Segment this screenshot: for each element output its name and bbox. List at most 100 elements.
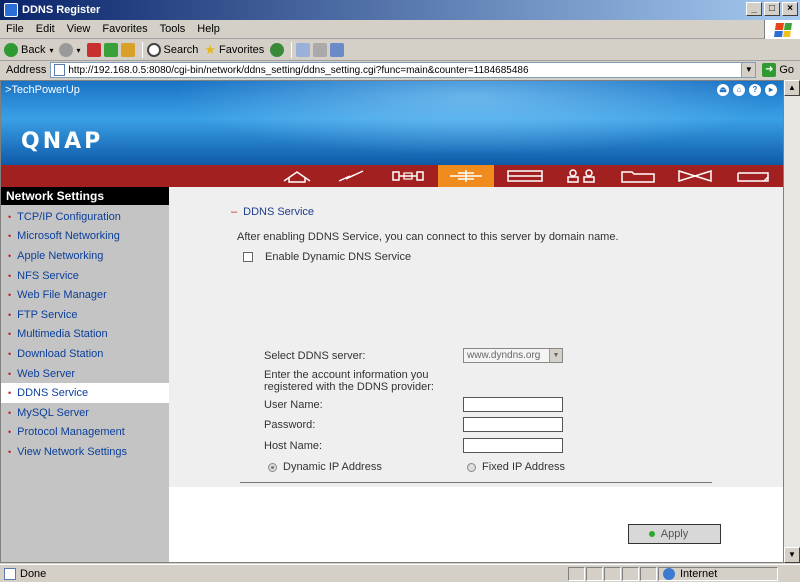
- search-button[interactable]: Search: [146, 43, 198, 57]
- chevron-down-icon: ▼: [549, 349, 562, 362]
- ie-app-icon: [4, 3, 18, 17]
- main-content: – DDNS Service After enabling DDNS Servic…: [169, 187, 783, 562]
- hostname-label: Host Name:: [264, 440, 323, 452]
- username-field[interactable]: [463, 397, 563, 412]
- menu-tools[interactable]: Tools: [160, 23, 186, 35]
- account-info-line1: Enter the account information you: [264, 369, 429, 381]
- history-icon[interactable]: [270, 43, 285, 57]
- hostname-field[interactable]: [463, 438, 563, 453]
- address-dropdown-icon[interactable]: ▼: [741, 63, 756, 77]
- home-icon[interactable]: ⌂: [733, 84, 745, 96]
- qnap-header: >TechPowerUp QNAP ⏏ ⌂ ? ▸: [1, 81, 783, 165]
- sidebar-item-web-server[interactable]: • Web Server: [1, 364, 169, 384]
- vertical-scrollbar[interactable]: ▲ ▼: [784, 80, 800, 563]
- maximize-button[interactable]: □: [764, 2, 780, 16]
- sidebar-item-download-station[interactable]: • Download Station: [1, 344, 169, 364]
- sidebar-item-web-file-manager[interactable]: • Web File Manager: [1, 285, 169, 305]
- favorites-button[interactable]: ★ Favorites: [204, 42, 264, 58]
- sidebar-item-label: Multimedia Station: [17, 328, 108, 341]
- apply-button[interactable]: Apply: [628, 524, 721, 544]
- sidebar-item-microsoft-networking[interactable]: • Microsoft Networking: [1, 227, 169, 247]
- star-icon: ★: [204, 42, 217, 57]
- green-dot-icon: [649, 531, 655, 537]
- forward-arrow-icon: [59, 43, 74, 57]
- nav-quick-config-icon[interactable]: [329, 165, 373, 187]
- radio-selected-icon: [268, 462, 277, 472]
- header-breadcrumb[interactable]: >TechPowerUp: [5, 84, 80, 96]
- sidebar-title: Network Settings: [1, 187, 169, 205]
- sidebar-item-label: TCP/IP Configuration: [17, 210, 121, 223]
- nav-users-icon[interactable]: [559, 165, 603, 187]
- menu-edit[interactable]: Edit: [36, 23, 55, 35]
- sidebar-item-apple-networking[interactable]: • Apple Networking: [1, 246, 169, 266]
- nav-log-icon[interactable]: [731, 165, 775, 187]
- sidebar-item-ddns-service[interactable]: • DDNS Service: [1, 383, 169, 403]
- security-zone: Internet: [658, 566, 778, 581]
- enable-ddns-checkbox[interactable]: [243, 252, 253, 262]
- go-button[interactable]: ➜ Go: [762, 63, 794, 77]
- form-divider: [240, 482, 712, 483]
- enable-ddns-label: Enable Dynamic DNS Service: [265, 251, 412, 263]
- enable-ddns-row: Enable Dynamic DNS Service: [243, 251, 411, 263]
- stop-icon[interactable]: [86, 43, 101, 57]
- sidebar-item-mysql-server[interactable]: • MySQL Server: [1, 403, 169, 423]
- sidebar-item-ftp-service[interactable]: • FTP Service: [1, 305, 169, 325]
- refresh-icon[interactable]: [103, 43, 118, 57]
- edit-icon[interactable]: [330, 43, 345, 57]
- bullet-icon: •: [8, 211, 12, 222]
- print-icon[interactable]: [313, 43, 328, 57]
- menu-view[interactable]: View: [67, 23, 91, 35]
- status-text: Done: [20, 567, 47, 580]
- menu-file[interactable]: File: [6, 23, 24, 35]
- back-arrow-icon: [4, 43, 18, 57]
- nav-network-icon[interactable]: [438, 165, 494, 187]
- dynamic-ip-radio[interactable]: Dynamic IP Address: [268, 461, 382, 473]
- close-button[interactable]: ×: [782, 2, 798, 16]
- address-bar: Address http://192.168.0.5:8080/cgi-bin/…: [0, 61, 800, 79]
- nav-tools-icon[interactable]: [673, 165, 717, 187]
- bullet-icon: •: [8, 309, 12, 320]
- menu-favorites[interactable]: Favorites: [102, 23, 147, 35]
- sidebar-item-view-network-settings[interactable]: • View Network Settings: [1, 442, 169, 462]
- windows-logo-icon: [764, 20, 800, 39]
- sidebar-item-label: Web Server: [17, 367, 76, 380]
- sidebar-item-tcp-ip-configuration[interactable]: • TCP/IP Configuration: [1, 207, 169, 227]
- back-button[interactable]: Back ▾: [4, 43, 53, 57]
- sidebar-item-label: Protocol Management: [17, 426, 125, 439]
- next-icon[interactable]: ▸: [765, 84, 777, 96]
- sidebar-item-multimedia-station[interactable]: • Multimedia Station: [1, 325, 169, 345]
- home-icon[interactable]: [120, 43, 135, 57]
- help-icon[interactable]: ?: [749, 84, 761, 96]
- scroll-down-icon[interactable]: ▼: [784, 547, 800, 563]
- browser-toolbar: Back ▾ ▾ Search ★ Favorites: [0, 40, 800, 61]
- sidebar-item-label: NFS Service: [17, 269, 79, 282]
- forward-button[interactable]: ▾: [59, 43, 81, 57]
- mail-icon[interactable]: [296, 43, 311, 57]
- nav-device-icon[interactable]: [500, 165, 550, 187]
- address-label: Address: [6, 64, 47, 76]
- logout-icon[interactable]: ⏏: [717, 84, 729, 96]
- fixed-ip-radio[interactable]: Fixed IP Address: [467, 461, 565, 473]
- scroll-up-icon[interactable]: ▲: [784, 80, 800, 96]
- nav-system-icon[interactable]: [386, 165, 430, 187]
- ddns-server-select[interactable]: www.dyndns.org ▼: [463, 348, 563, 363]
- sidebar-item-label: MySQL Server: [17, 406, 89, 419]
- bullet-icon: •: [8, 231, 12, 242]
- qnap-logo: QNAP: [21, 129, 104, 154]
- sidebar-item-protocol-management[interactable]: • Protocol Management: [1, 423, 169, 443]
- sidebar-item-nfs-service[interactable]: • NFS Service: [1, 266, 169, 286]
- password-field[interactable]: [463, 417, 563, 432]
- nav-folder-icon[interactable]: [616, 165, 660, 187]
- bullet-icon: •: [8, 329, 12, 340]
- bullet-icon: •: [8, 368, 12, 379]
- menu-help[interactable]: Help: [197, 23, 220, 35]
- address-url: http://192.168.0.5:8080/cgi-bin/network/…: [68, 64, 529, 76]
- internet-globe-icon: [663, 567, 675, 580]
- address-input[interactable]: http://192.168.0.5:8080/cgi-bin/network/…: [50, 62, 757, 78]
- bullet-icon: •: [8, 446, 12, 457]
- nav-home-icon[interactable]: [275, 165, 319, 187]
- minimize-button[interactable]: _: [746, 2, 762, 16]
- search-icon: [146, 43, 161, 57]
- bullet-icon: •: [8, 250, 12, 261]
- sidebar-list: • TCP/IP Configuration • Microsoft Networki…: [1, 205, 169, 462]
